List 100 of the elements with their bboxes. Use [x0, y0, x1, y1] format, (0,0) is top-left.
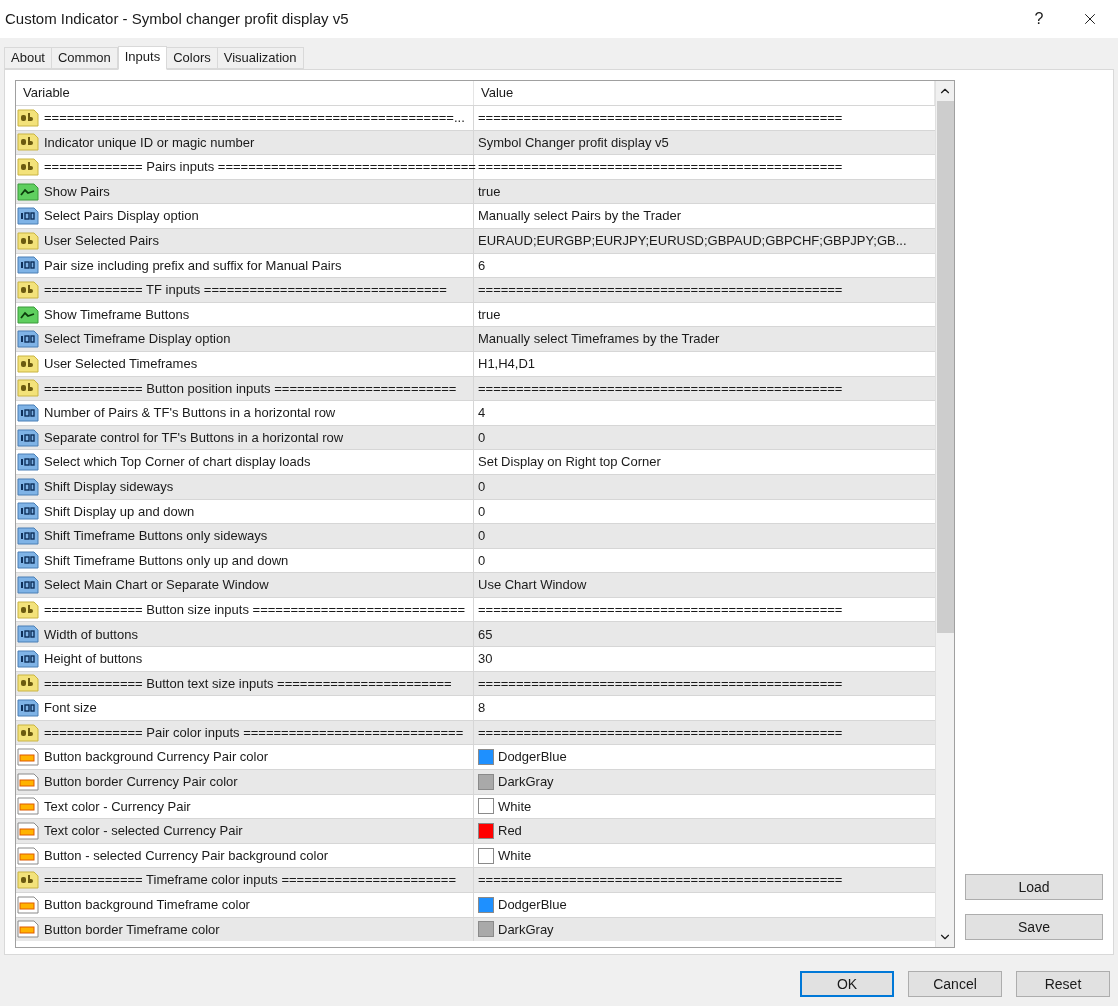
- text-type-icon: [17, 230, 39, 251]
- variable-cell-text: Button background Currency Pair color: [44, 748, 268, 767]
- value-cell[interactable]: 6: [478, 255, 486, 276]
- value-cell[interactable]: 0: [478, 526, 486, 546]
- text-type-icon: [17, 673, 39, 694]
- variable-cell-text: Button background Timeframe color: [44, 896, 250, 915]
- number-type-icon: [17, 427, 39, 448]
- number-type-icon: [17, 206, 39, 227]
- variable-cell-text: ============= Pairs inputs ==================================: [44, 158, 476, 177]
- tab[interactable]: About: [4, 47, 52, 69]
- text-type-icon: [17, 132, 39, 153]
- number-type-icon: [17, 550, 39, 571]
- value-cell[interactable]: true: [478, 304, 501, 325]
- value-cell[interactable]: H1,H4,D1: [478, 354, 536, 374]
- value-cell[interactable]: White: [498, 845, 532, 866]
- variable-cell-text: Shift Display up and down: [44, 502, 195, 521]
- scroll-thumb[interactable]: [936, 101, 954, 633]
- variable-cell-text: Pair size including prefix and suffix for Manual Pairs: [44, 256, 342, 275]
- text-type-icon: [17, 378, 39, 399]
- value-cell[interactable]: DodgerBlue: [498, 895, 567, 915]
- number-type-icon: [17, 452, 39, 473]
- help-button[interactable]: ?: [1016, 0, 1062, 38]
- tab[interactable]: Visualization: [216, 47, 304, 69]
- text-type-icon: [17, 353, 39, 374]
- color-type-icon: [17, 919, 39, 940]
- text-type-icon: [17, 107, 39, 128]
- value-cell[interactable]: ================================================: [478, 157, 843, 177]
- variable-cell-text: Text color - Currency Pair: [44, 797, 191, 816]
- number-type-icon: [17, 698, 39, 719]
- value-cell[interactable]: ================================================: [478, 378, 843, 399]
- scrollbar[interactable]: [935, 81, 954, 947]
- variable-cell-text: Select Timeframe Display option: [44, 330, 231, 349]
- value-cell[interactable]: 4: [478, 403, 486, 423]
- value-cell[interactable]: ================================================: [478, 599, 843, 620]
- variable-cell-text: ============= Pair color inputs =============================: [44, 723, 464, 742]
- value-cell[interactable]: 8: [478, 698, 486, 718]
- side-button[interactable]: Load: [965, 874, 1103, 900]
- value-cell[interactable]: ================================================: [478, 870, 843, 890]
- number-type-icon: [17, 624, 39, 645]
- value-cell[interactable]: 0: [478, 427, 486, 448]
- value-cell[interactable]: DarkGray: [498, 772, 554, 792]
- variable-cell-text: Button border Currency Pair color: [44, 773, 238, 792]
- value-cell[interactable]: DodgerBlue: [498, 747, 567, 767]
- value-cell[interactable]: 0: [478, 550, 486, 571]
- variable-cell-text: Select Main Chart or Separate Window: [44, 576, 269, 595]
- variable-cell-text: Font size: [44, 699, 97, 718]
- value-cell[interactable]: Set Display on Right top Corner: [478, 452, 661, 472]
- variable-cell-text: Shift Timeframe Buttons only sideways: [44, 527, 268, 546]
- value-cell[interactable]: EURAUD;EURGBP;EURJPY;EURUSD;GBPAUD;GBPCHF;GBPJPY;GB...: [478, 231, 907, 251]
- variable-cell-text: User Selected Timeframes: [44, 355, 198, 373]
- value-cell[interactable]: 30: [478, 649, 493, 669]
- number-type-icon: [17, 402, 39, 423]
- value-cell[interactable]: Red: [498, 821, 522, 841]
- variable-cell-text: Shift Timeframe Buttons only up and down: [44, 551, 289, 570]
- value-cell[interactable]: Manually select Pairs by the Trader: [478, 206, 682, 226]
- tab[interactable]: Colors: [166, 47, 218, 69]
- number-type-icon: [17, 575, 39, 596]
- variable-cell-text: Button border Timeframe color: [44, 920, 220, 939]
- value-cell[interactable]: DarkGray: [498, 919, 554, 940]
- value-cell[interactable]: Use Chart Window: [478, 575, 587, 595]
- dialog-button[interactable]: Reset: [1016, 971, 1110, 997]
- tab[interactable]: Common: [51, 47, 118, 69]
- text-type-icon: [17, 722, 39, 743]
- value-cell[interactable]: Symbol Changer profit display v5: [478, 132, 669, 153]
- value-cell[interactable]: ================================================: [478, 108, 843, 128]
- text-type-icon: [17, 870, 39, 891]
- number-type-icon: [17, 648, 39, 669]
- color-type-icon: [17, 821, 39, 841]
- variable-cell-text: Height of buttons: [44, 650, 143, 669]
- text-type-icon: [17, 279, 39, 300]
- number-type-icon: [17, 476, 39, 497]
- value-cell[interactable]: White: [498, 796, 532, 817]
- text-type-icon: [17, 157, 39, 177]
- boolean-type-icon: [17, 304, 39, 325]
- text-type-icon: [17, 599, 39, 620]
- value-cell[interactable]: 65: [478, 624, 493, 644]
- value-cell[interactable]: 0: [478, 476, 486, 497]
- number-type-icon: [17, 525, 39, 546]
- variable-cell-text: Text color - selected Currency Pair: [44, 822, 243, 841]
- number-type-icon: [17, 501, 39, 522]
- variable-cell-text: Shift Display sideways: [44, 477, 174, 496]
- dialog-button[interactable]: OK: [800, 971, 894, 997]
- variable-cell-text: Show Pairs: [44, 182, 110, 201]
- variable-cell-text: ============= TF inputs ================================: [44, 281, 447, 300]
- variable-cell-text: Button - selected Currency Pair background color: [44, 846, 328, 865]
- value-cell[interactable]: ================================================: [478, 673, 843, 694]
- value-cell[interactable]: ================================================: [478, 722, 843, 743]
- tab[interactable]: Inputs: [117, 46, 168, 70]
- value-cell[interactable]: true: [478, 181, 501, 202]
- variable-cell-text: Show Timeframe Buttons: [44, 305, 190, 324]
- variable-cell-text: Width of buttons: [44, 625, 138, 644]
- value-cell[interactable]: Manually select Timeframes by the Trader: [478, 329, 720, 349]
- side-button[interactable]: Save: [965, 914, 1103, 940]
- value-cell[interactable]: 0: [478, 501, 486, 522]
- variable-cell-text: ======================================================...: [44, 109, 465, 128]
- value-cell[interactable]: ================================================: [478, 280, 843, 300]
- variable-cell-text: ============= Timeframe color inputs =======================: [44, 871, 457, 890]
- number-type-icon: [17, 329, 39, 350]
- variable-cell-text: Select Pairs Display option: [44, 207, 199, 226]
- dialog-button[interactable]: Cancel: [908, 971, 1002, 997]
